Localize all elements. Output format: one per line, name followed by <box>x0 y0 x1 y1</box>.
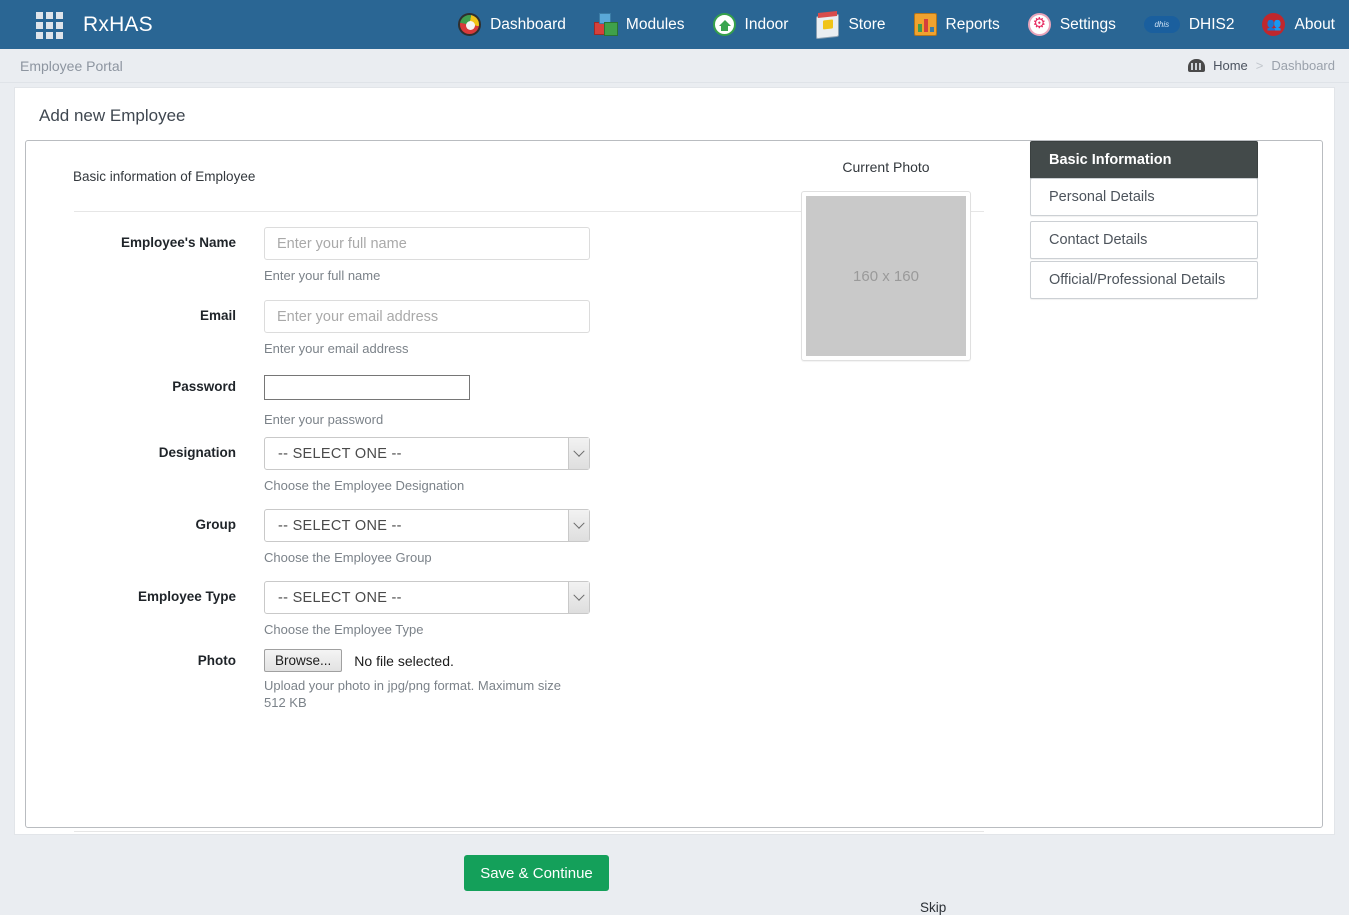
nav-item-dhis2-label: DHIS2 <box>1188 15 1235 33</box>
skip-link[interactable]: Skip <box>920 900 946 915</box>
apps-grid-cell <box>56 11 63 19</box>
label-password: Password <box>172 379 236 394</box>
breadcrumb-separator: > <box>1255 58 1264 73</box>
page-title: Add new Employee <box>39 106 186 125</box>
nav-item-indoor-label: Indoor <box>744 15 789 33</box>
label-photo: Photo <box>197 653 236 668</box>
apps-grid-cell <box>46 21 53 29</box>
nav-item-reports[interactable]: Reports <box>900 0 1014 49</box>
control-employee-type: -- SELECT ONE -- <box>264 581 590 614</box>
apps-grid-cell <box>46 11 53 19</box>
nav-menu: Dashboard Modules Indoor Store Reports S… <box>444 0 1349 49</box>
nav-item-modules-label: Modules <box>625 15 685 33</box>
label-employee-type: Employee Type <box>137 589 236 604</box>
group-select[interactable]: -- SELECT ONE -- <box>264 509 590 542</box>
apps-grid-cell <box>56 31 63 39</box>
home-icon <box>1188 59 1206 72</box>
group-select-value: -- SELECT ONE -- <box>278 517 402 534</box>
nav-item-dashboard-label: Dashboard <box>490 15 566 33</box>
employee-form-panel: Basic information of Employee Employee's… <box>25 140 1323 832</box>
nav-item-settings-label: Settings <box>1059 15 1116 33</box>
chevron-down-icon[interactable] <box>568 510 589 541</box>
panel-heading: Basic information of Employee <box>73 169 256 184</box>
breadcrumb: Home > Dashboard <box>1188 58 1335 73</box>
apps-grid-cell <box>46 31 53 39</box>
settings-gear-icon <box>1027 13 1051 36</box>
nav-item-about-label: About <box>1294 15 1335 33</box>
control-employee-name <box>264 227 590 260</box>
help-group: Choose the Employee Group <box>264 550 432 565</box>
store-icon <box>816 13 840 40</box>
step-item-personal-details-label: Personal Details <box>1049 189 1155 205</box>
breadcrumb-home-link[interactable]: Home <box>1213 58 1248 73</box>
breadcrumb-bar: Employee Portal Home > Dashboard <box>0 49 1349 83</box>
nav-item-dashboard[interactable]: Dashboard <box>444 0 580 49</box>
nav-item-indoor[interactable]: Indoor <box>699 0 803 49</box>
wizard-step-list: Basic Information Personal Details Conta… <box>1030 141 1258 301</box>
page-card: Add new Employee Basic information of Em… <box>14 87 1335 915</box>
reports-icon <box>913 13 937 36</box>
nav-item-store-label: Store <box>848 15 886 33</box>
step-item-basic-information[interactable]: Basic Information <box>1030 141 1258 179</box>
label-group: Group <box>195 517 237 532</box>
control-photo: Browse... No file selected. <box>264 649 454 672</box>
apps-grid-icon[interactable] <box>36 11 63 39</box>
top-navigation-bar: RxHAS Dashboard Modules Indoor Store Rep… <box>0 0 1349 49</box>
designation-select[interactable]: -- SELECT ONE -- <box>264 437 590 470</box>
step-item-basic-information-label: Basic Information <box>1049 152 1172 168</box>
step-item-contact-details-label: Contact Details <box>1049 232 1148 248</box>
photo-frame: 160 x 160 <box>801 191 971 361</box>
apps-grid-cell <box>56 21 63 29</box>
help-photo: Upload your photo in jpg/png format. Max… <box>264 678 561 710</box>
breadcrumb-current: Dashboard <box>1271 58 1335 73</box>
nav-item-settings[interactable]: Settings <box>1014 0 1130 49</box>
portal-label: Employee Portal <box>20 57 123 74</box>
password-field[interactable] <box>264 375 470 400</box>
dashboard-icon <box>458 13 482 36</box>
photo-placeholder: 160 x 160 <box>806 196 966 356</box>
chevron-down-icon[interactable] <box>568 438 589 469</box>
step-item-contact-details[interactable]: Contact Details <box>1030 221 1258 259</box>
step-item-official-professional-details-label: Official/Professional Details <box>1049 272 1226 288</box>
help-employee-name: Enter your full name <box>264 268 381 283</box>
step-item-official-professional-details[interactable]: Official/Professional Details <box>1030 261 1258 299</box>
nav-item-modules[interactable]: Modules <box>580 0 699 49</box>
modules-icon <box>593 13 618 36</box>
employee-type-select-value: -- SELECT ONE -- <box>278 589 402 606</box>
control-group: -- SELECT ONE -- <box>264 509 590 542</box>
about-people-icon <box>1262 13 1286 36</box>
help-employee-type: Choose the Employee Type <box>264 622 424 637</box>
indoor-home-icon <box>712 13 736 36</box>
divider-bottom <box>74 831 984 832</box>
nav-item-reports-label: Reports <box>945 15 1000 33</box>
step-item-personal-details[interactable]: Personal Details <box>1030 178 1258 216</box>
chevron-down-icon[interactable] <box>568 582 589 613</box>
current-photo-caption: Current Photo <box>842 159 930 175</box>
apps-grid-cell <box>36 21 43 29</box>
label-email: Email <box>199 308 236 323</box>
dhis2-logo-icon: dhis <box>1143 16 1180 33</box>
help-password: Enter your password <box>264 412 384 427</box>
save-button[interactable]: Save & Continue <box>464 855 609 891</box>
control-password <box>264 375 470 400</box>
employee-type-select[interactable]: -- SELECT ONE -- <box>264 581 590 614</box>
nav-item-store[interactable]: Store <box>802 0 899 49</box>
email-field[interactable] <box>264 300 590 333</box>
apps-grid-cell <box>36 11 43 19</box>
current-photo-section: Current Photo 160 x 160 <box>776 159 996 361</box>
app-brand-title: RxHAS <box>83 12 153 36</box>
employee-name-input[interactable] <box>264 227 590 260</box>
browse-button[interactable]: Browse... <box>264 649 343 672</box>
help-designation: Choose the Employee Designation <box>264 478 465 493</box>
nav-item-about[interactable]: About <box>1248 0 1349 49</box>
file-status-text: No file selected. <box>354 652 454 669</box>
control-email <box>264 300 590 333</box>
nav-item-dhis2[interactable]: dhis DHIS2 <box>1130 0 1249 49</box>
control-designation: -- SELECT ONE -- <box>264 437 590 470</box>
apps-grid-cell <box>36 31 43 39</box>
label-employee-name: Employee's Name <box>120 235 236 250</box>
label-designation: Designation <box>158 445 236 460</box>
help-email: Enter your email address <box>264 341 409 356</box>
designation-select-value: -- SELECT ONE -- <box>278 445 402 462</box>
